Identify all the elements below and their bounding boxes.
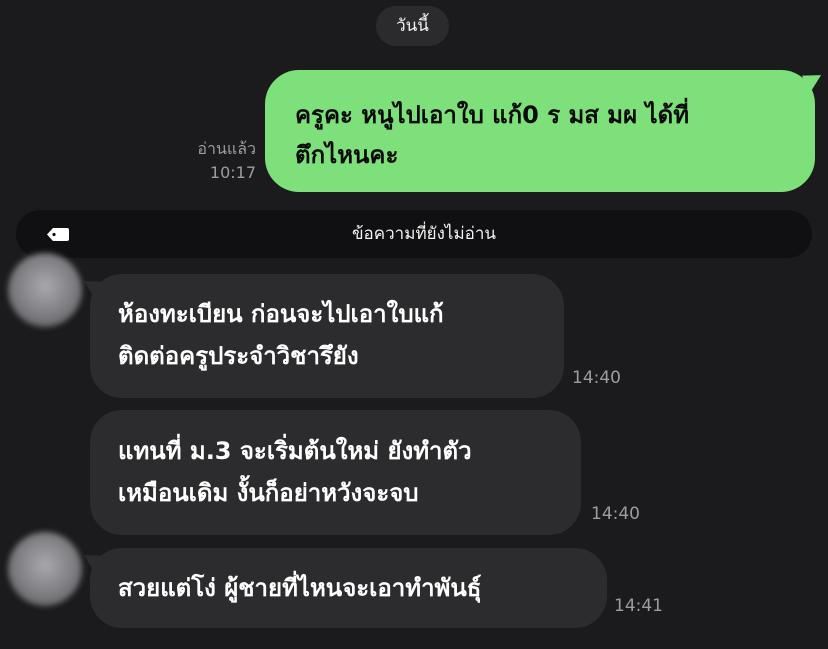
avatar[interactable] (8, 532, 82, 606)
incoming-message-time: 14:40 (591, 504, 640, 524)
bubble-tail (79, 549, 103, 575)
outgoing-message-time: 10:17 (209, 163, 256, 182)
message-text-line: สวยแต่โง่ ผู้ชายที่ไหนจะเอาทำพันธุ์ (118, 574, 482, 602)
outgoing-message-bubble[interactable]: ครูคะ หนูไปเอาใบ แก้0 ร มส มผ ได้ที่ ตึก… (265, 69, 826, 192)
bubble-tail (802, 69, 826, 95)
outgoing-message-meta: อ่านแล้ว 10:17 (168, 137, 256, 185)
avatar[interactable] (8, 253, 82, 327)
bubble-tail (79, 275, 103, 301)
incoming-message-bubble[interactable]: แทนที่ ม.3 จะเริ่มต้นใหม่ ยังทำตัว เหมือ… (90, 410, 581, 535)
message-text-line: ติดต่อครูประจำวิชารึยัง (118, 342, 359, 370)
message-text-line: ครูคะ หนูไปเอาใบ แก้0 ร มส มผ ได้ที่ (295, 101, 690, 129)
message-text-line: ตึกไหนคะ (295, 141, 399, 169)
incoming-message-time: 14:41 (614, 596, 663, 616)
date-separator: วันนี้ (376, 6, 449, 46)
read-status: อ่านแล้ว (197, 139, 256, 158)
message-text-line: ห้องทะเบียน ก่อนจะไปเอาใบแก้ (118, 300, 444, 328)
message-text-line: แทนที่ ม.3 จะเริ่มต้นใหม่ ยังทำตัว (118, 437, 472, 465)
unread-divider-label: ข้อความที่ยังไม่อ่าน (351, 224, 497, 244)
incoming-message-bubble[interactable]: ห้องทะเบียน ก่อนจะไปเอาใบแก้ ติดต่อครูปร… (79, 274, 564, 398)
unread-messages-divider: ข้อความที่ยังไม่อ่าน (16, 210, 812, 258)
incoming-message-time: 14:40 (572, 368, 621, 388)
message-text-line: เหมือนเดิม งั้นก็อย่าหวังจะจบ (118, 479, 419, 507)
incoming-message-bubble[interactable]: สวยแต่โง่ ผู้ชายที่ไหนจะเอาทำพันธุ์ (79, 548, 607, 628)
